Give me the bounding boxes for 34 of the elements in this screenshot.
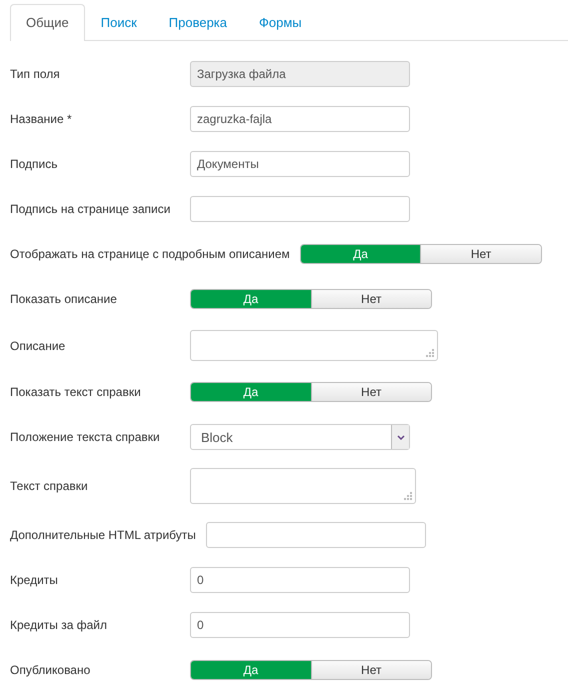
tab[interactable]: Поиск: [84, 4, 153, 41]
field-label: Дополнительные HTML атрибуты: [10, 528, 196, 542]
field-label: Кредиты за файл: [10, 618, 108, 632]
field-label: Показать текст справки: [10, 385, 142, 399]
field-label: Показать описание: [10, 292, 118, 306]
toggle-option[interactable]: Нет: [310, 661, 431, 679]
tab[interactable]: Проверка: [152, 4, 244, 41]
input-field[interactable]: 0: [190, 567, 410, 593]
field-label: Отображать на странице с подробным описанием: [10, 247, 290, 261]
field-label: Опубликовано: [10, 663, 92, 677]
caret-icon: [396, 434, 404, 440]
tab[interactable]: Формы: [243, 4, 318, 41]
textarea-field[interactable]: [190, 468, 416, 504]
field-label: Положение текста справки: [10, 430, 161, 444]
input-field[interactable]: zagruzka-fajla: [190, 106, 410, 132]
toggle-option[interactable]: Нет: [310, 383, 431, 401]
tab[interactable]: Общие: [10, 4, 85, 41]
toggle-option[interactable]: Нет: [420, 245, 541, 263]
field-label: Описание: [10, 338, 66, 352]
field-label: Тип поля: [10, 67, 61, 81]
select-field[interactable]: Block: [190, 424, 410, 450]
resize-grip-icon[interactable]: [426, 349, 434, 357]
toggle-option[interactable]: Нет: [310, 290, 431, 308]
input-field[interactable]: [206, 522, 426, 548]
field-label: Название *: [10, 112, 73, 126]
input-field[interactable]: 0: [190, 612, 410, 638]
field-label: Подпись на странице записи: [10, 202, 172, 216]
field-label: Подпись: [10, 157, 58, 171]
textarea-field[interactable]: [190, 330, 438, 361]
input-field[interactable]: [190, 196, 410, 222]
field-label: Текст справки: [10, 479, 89, 493]
resize-grip-icon[interactable]: [404, 492, 412, 500]
input-field[interactable]: Документы: [190, 151, 410, 177]
field-label: Кредиты: [10, 573, 59, 587]
